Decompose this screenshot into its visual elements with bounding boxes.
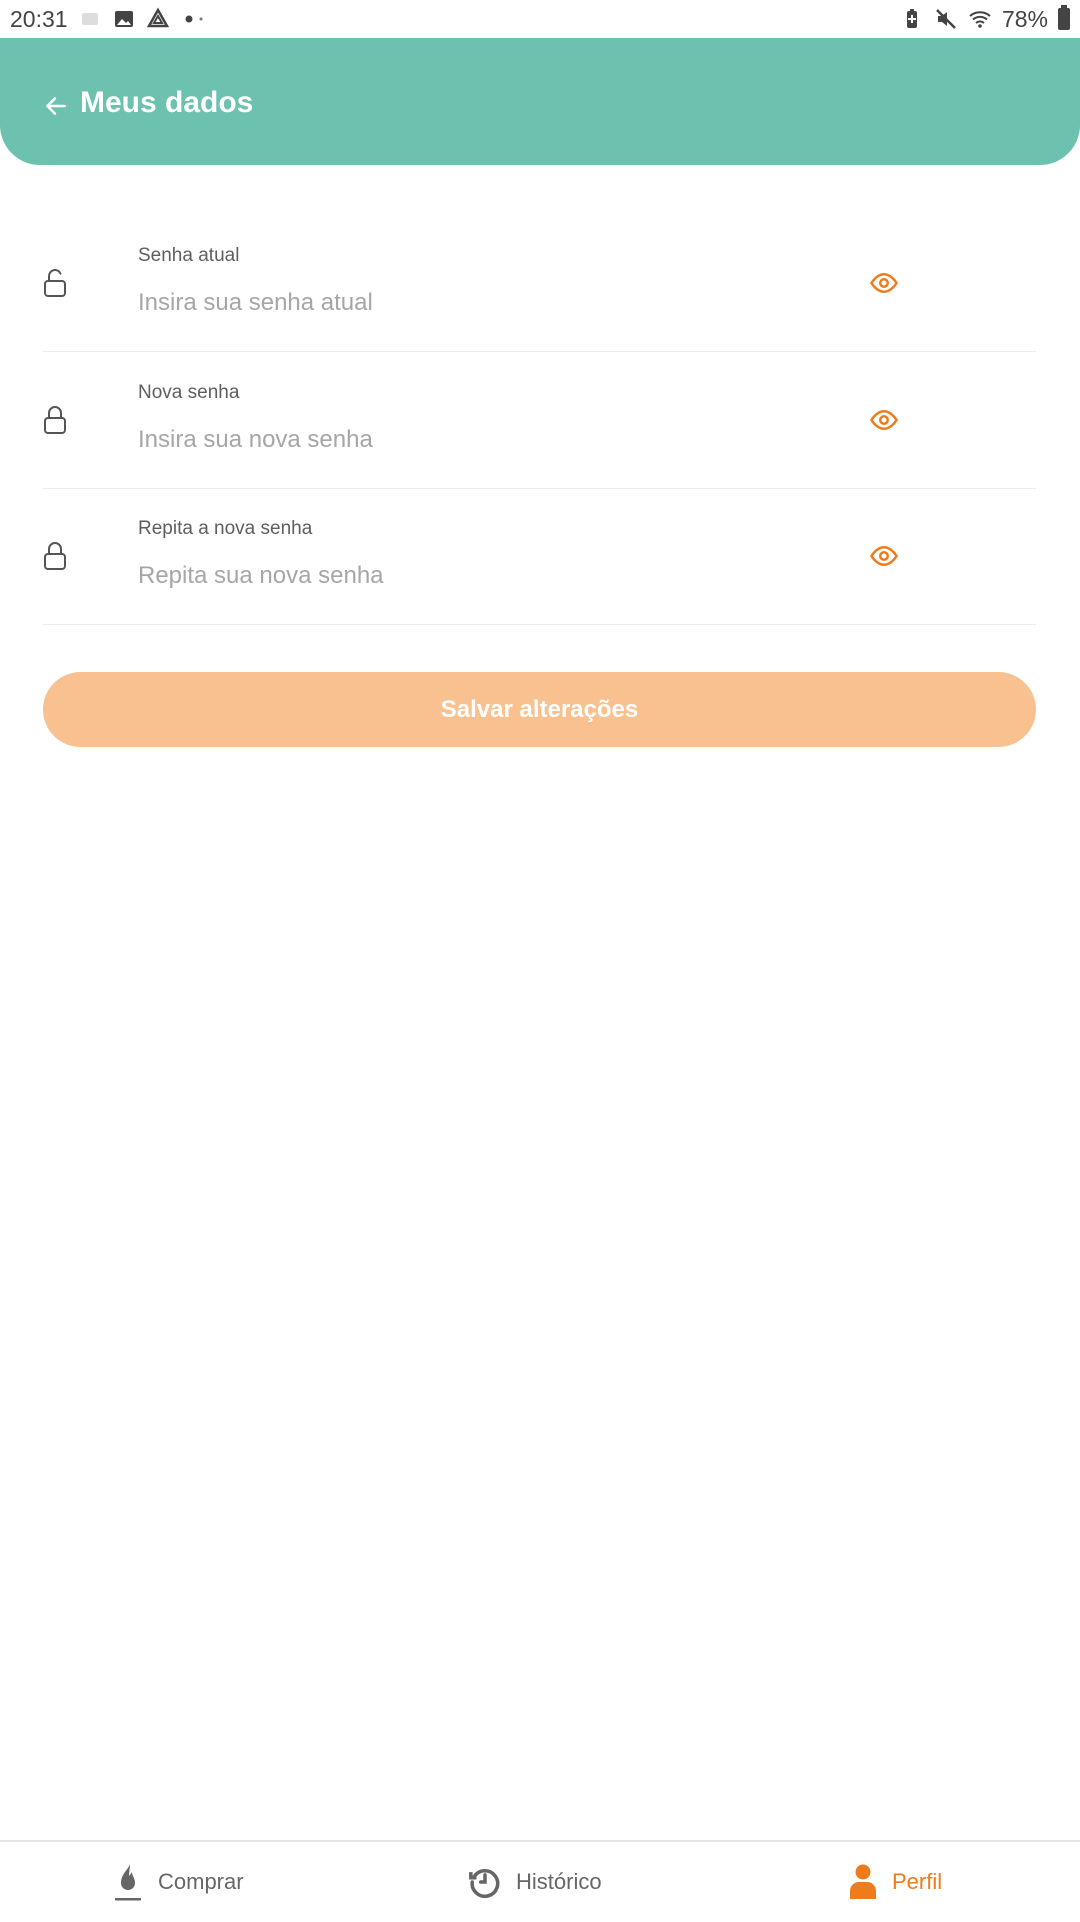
nav-label: Comprar [158,1869,244,1894]
current-password-input[interactable] [138,283,858,323]
eye-icon [870,409,898,431]
status-time: 20:31 [10,5,68,32]
battery-icon [1058,5,1070,30]
lock-icon [43,488,67,624]
repeat-password-field: Repita a nova senha [43,488,1036,625]
arrow-left-icon [46,97,66,115]
toggle-visibility-button[interactable] [863,488,905,624]
new-password-input[interactable] [138,420,858,460]
flame-icon [115,1864,141,1901]
new-password-label: Nova senha [138,382,240,403]
eye-icon [870,272,898,294]
battery-saver-icon [900,7,924,31]
current-password-label: Senha atual [138,245,240,266]
current-password-field: Senha atual [43,215,1036,352]
drive-icon [146,7,170,31]
nav-item-comprar[interactable]: Comprar [112,1842,244,1922]
status-bar-left: 20:31 [10,6,210,33]
person-icon [850,1864,876,1899]
mute-icon [934,7,958,31]
wifi-icon [968,7,992,31]
eye-icon [870,545,898,567]
battery-percent: 78% [1001,5,1048,32]
repeat-password-label: Repita a nova senha [138,518,313,539]
app-header: Meus dados [0,38,1080,165]
toggle-visibility-button[interactable] [863,352,905,488]
nav-item-perfil[interactable]: Perfil [848,1842,942,1922]
back-button[interactable] [40,90,72,122]
dot-icon [180,7,210,31]
nav-item-historico[interactable]: Histórico [468,1842,602,1922]
nav-label: Perfil [892,1869,943,1894]
gallery-icon [112,7,136,31]
nav-label: Histórico [516,1869,602,1894]
notification-icon [78,7,102,31]
history-icon [469,1869,500,1899]
status-bar: 20:31 78% [0,0,1080,38]
page-title: Meus dados [80,86,254,119]
new-password-field: Nova senha [43,352,1036,489]
status-bar-right: 78% [900,5,1070,33]
repeat-password-input[interactable] [138,556,858,596]
lock-open-icon [43,215,67,351]
bottom-navigation: Comprar Histórico Perfil [0,1840,1080,1922]
lock-icon [43,352,67,488]
save-button[interactable]: Salvar alterações [43,672,1036,747]
toggle-visibility-button[interactable] [863,215,905,351]
